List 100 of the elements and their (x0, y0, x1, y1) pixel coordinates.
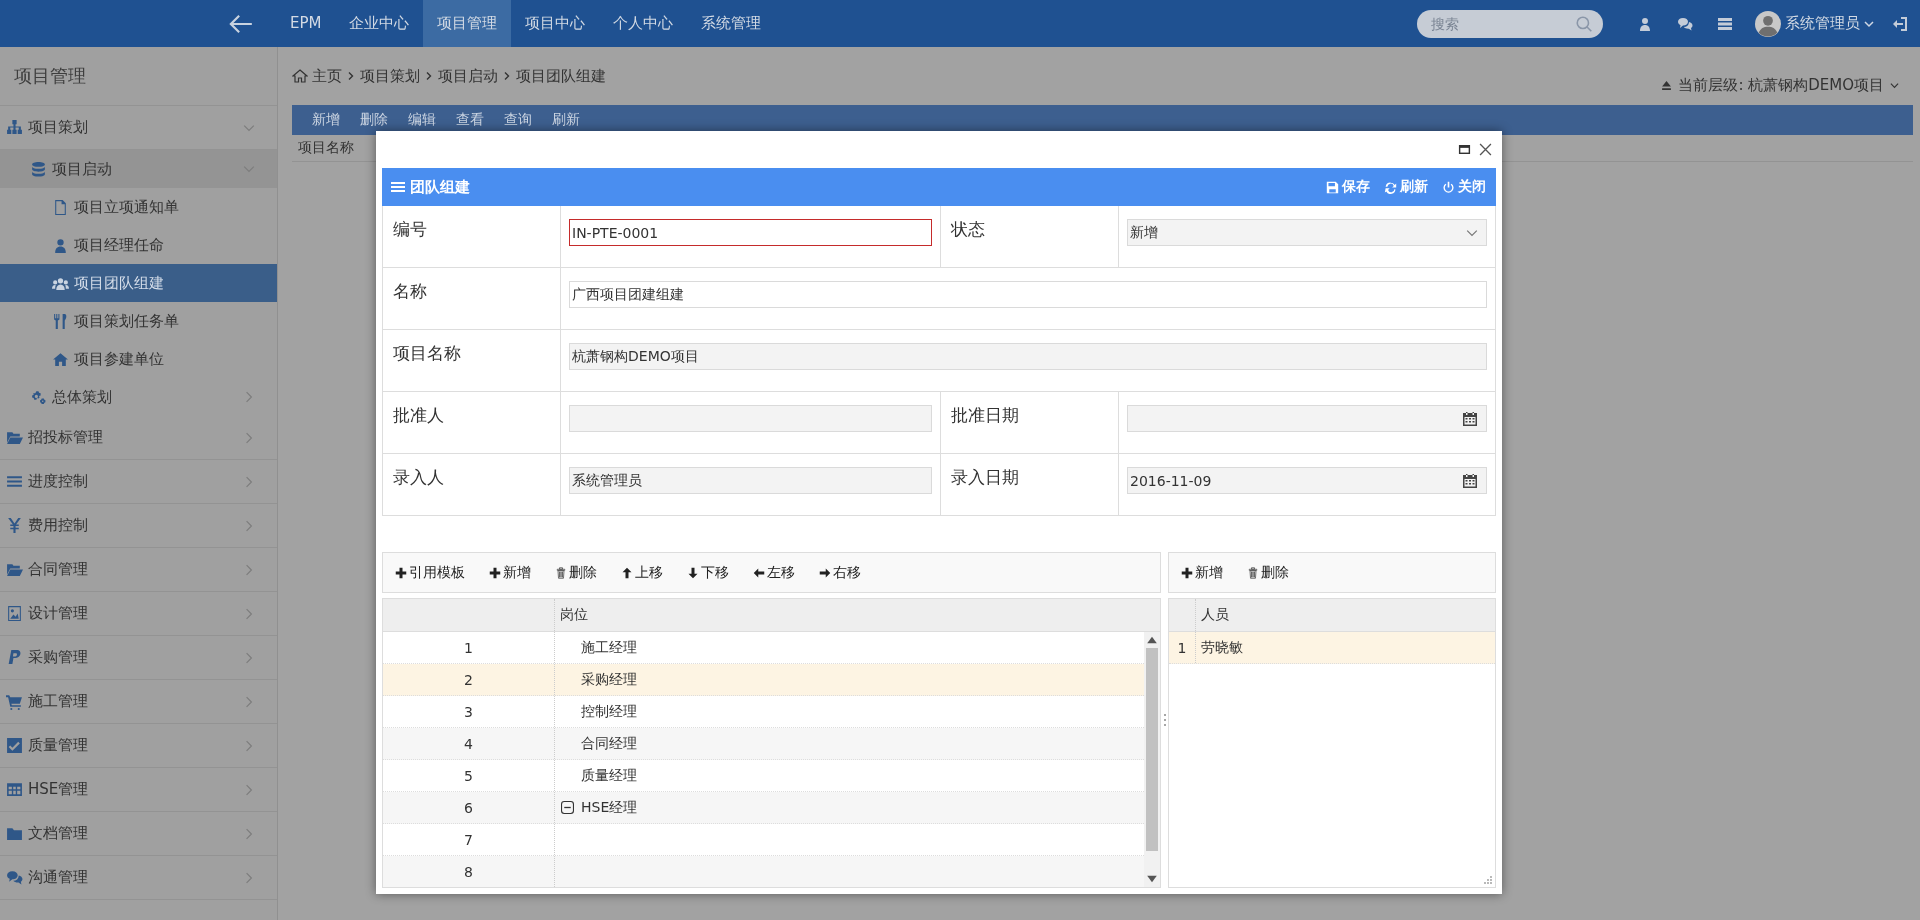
resize-grip-icon[interactable] (1483, 875, 1493, 885)
home-icon (292, 68, 308, 84)
toolbar-button[interactable]: 右移 (819, 563, 861, 582)
date-field[interactable]: 2016-11-09 (1127, 467, 1487, 494)
toolbar-button[interactable]: 引用模板 (395, 563, 465, 582)
chevron-right-icon (243, 783, 255, 796)
toolbar-button[interactable]: 左移 (753, 563, 795, 582)
table-row[interactable]: 5 质量经理 (383, 760, 1144, 792)
sidebar-item[interactable]: 项目团队组建 (0, 264, 277, 302)
sidebar-item[interactable]: 招投标管理 (0, 416, 277, 460)
row-number: 2 (464, 671, 473, 688)
toolbar-button[interactable]: 新增 (312, 111, 340, 129)
search-field[interactable]: 搜索 (1417, 9, 1603, 38)
sidebar-item[interactable]: 设计管理 (0, 592, 277, 636)
sidebar-item[interactable]: 费用控制 (0, 504, 277, 548)
toolbar-button[interactable]: 查询 (504, 111, 532, 129)
splitter-handle-icon[interactable] (1162, 713, 1167, 727)
chevron-right-icon (424, 71, 434, 81)
input-field[interactable]: IN-PTE-0001 (569, 219, 932, 246)
column-header: 项目名称 (298, 139, 354, 157)
toolbar-button[interactable]: 编辑 (408, 111, 436, 129)
sidebar-item[interactable]: 文档管理 (0, 812, 277, 856)
table-row[interactable]: 3 控制经理 (383, 696, 1144, 728)
collapse-icon[interactable] (561, 801, 574, 814)
chevron-right-icon (243, 695, 255, 708)
toolbar-button[interactable]: 上移 (621, 563, 663, 582)
status-dropdown[interactable]: 新增 (1127, 219, 1487, 246)
grid-icon (6, 781, 23, 798)
plus-icon (1181, 566, 1193, 579)
save-icon (1326, 180, 1339, 194)
sidebar-item[interactable]: 质量管理 (0, 724, 277, 768)
breadcrumb-link[interactable]: 项目策划 (360, 66, 420, 86)
chevron-right-icon (243, 827, 255, 840)
toolbar-button[interactable]: 新增 (1181, 563, 1223, 582)
input-field[interactable]: 广西项目团建组建 (569, 281, 1487, 308)
header-action[interactable]: 关闭 (1442, 178, 1486, 196)
nav-tab[interactable]: 系统管理 (687, 0, 776, 47)
table-cell: 施工经理 (581, 638, 637, 657)
nav-tab[interactable]: 个人中心 (599, 0, 688, 47)
sidebar-item[interactable]: 沟通管理 (0, 856, 277, 900)
toolbar-button[interactable]: 下移 (687, 563, 729, 582)
toolbar-button[interactable]: 删除 (555, 563, 597, 582)
home-icon (52, 350, 69, 368)
toolbar-button[interactable]: 新增 (489, 563, 531, 582)
refresh-icon (1384, 180, 1397, 194)
user-name[interactable]: 系统管理员 (1785, 14, 1860, 33)
chevron-right-icon (243, 651, 255, 664)
sidebar-item[interactable]: 总体策划 (0, 378, 277, 416)
toolbar-button[interactable]: 删除 (360, 111, 388, 129)
sidebar-item[interactable]: 项目经理任命 (0, 226, 277, 264)
breadcrumb-link[interactable]: 项目团队组建 (516, 66, 606, 86)
table-row[interactable]: 1 劳晓敏 (1169, 632, 1495, 664)
toolbar-button[interactable]: 删除 (1247, 563, 1289, 582)
table-row[interactable]: 7 (383, 824, 1144, 856)
server-icon[interactable] (1717, 15, 1733, 32)
checkbox-icon (6, 737, 23, 754)
caret-icon[interactable] (1864, 18, 1874, 29)
close-icon[interactable] (1479, 143, 1492, 156)
scrollbar[interactable] (1144, 632, 1160, 887)
sidebar-item[interactable]: 进度控制 (0, 460, 277, 504)
table-cell: HSE经理 (581, 798, 638, 817)
sidebar-item[interactable]: 施工管理 (0, 680, 277, 724)
level-selector[interactable]: 当前层级: 杭萧钢构DEMO项目 (1661, 75, 1899, 95)
field-label: 状态 (951, 219, 985, 239)
sidebar-item[interactable]: 采购管理 (0, 636, 277, 680)
toolbar-button[interactable]: 查看 (456, 111, 484, 129)
brand-link[interactable]: EPM (276, 0, 336, 47)
menu-icon (390, 179, 406, 195)
logout-icon[interactable] (1892, 15, 1908, 32)
table-row[interactable]: 1 施工经理 (383, 632, 1144, 664)
date-field[interactable] (1127, 405, 1487, 432)
sidebar-item[interactable]: 项目策划任务单 (0, 302, 277, 340)
input-field[interactable]: 杭萧钢构DEMO项目 (569, 343, 1487, 370)
table-row[interactable]: 2 采购经理 (383, 664, 1144, 696)
sidebar-item[interactable]: 项目立项通知单 (0, 188, 277, 226)
table-row[interactable]: 6 HSE经理 (383, 792, 1144, 824)
sidebar-item[interactable]: 合同管理 (0, 548, 277, 592)
maximize-icon[interactable] (1458, 143, 1471, 156)
sidebar-item[interactable]: HSE管理 (0, 768, 277, 812)
sidebar-item[interactable]: 项目参建单位 (0, 340, 277, 378)
nav-tab[interactable]: 企业中心 (335, 0, 424, 47)
sidebar-item[interactable]: 项目启动 (0, 150, 277, 188)
header-action[interactable]: 刷新 (1384, 178, 1428, 196)
nav-tab[interactable]: 项目管理 (423, 0, 512, 47)
row-number: 5 (464, 767, 473, 784)
row-number: 6 (464, 799, 473, 816)
toolbar-button[interactable]: 刷新 (552, 111, 580, 129)
folder-icon (6, 561, 23, 578)
table-cell: 劳晓敏 (1201, 638, 1243, 657)
header-action[interactable]: 保存 (1326, 178, 1370, 196)
input-field[interactable]: 系统管理员 (569, 467, 932, 494)
breadcrumb-link[interactable]: 主页 (312, 66, 342, 86)
avatar[interactable] (1755, 10, 1781, 37)
chat-icon[interactable] (1677, 15, 1693, 32)
table-row[interactable]: 4 合同经理 (383, 728, 1144, 760)
user-icon[interactable] (1637, 15, 1653, 32)
table-row[interactable]: 8 (383, 856, 1144, 887)
breadcrumb-link[interactable]: 项目启动 (438, 66, 498, 86)
input-field[interactable] (569, 405, 932, 432)
nav-tab[interactable]: 项目中心 (511, 0, 600, 47)
